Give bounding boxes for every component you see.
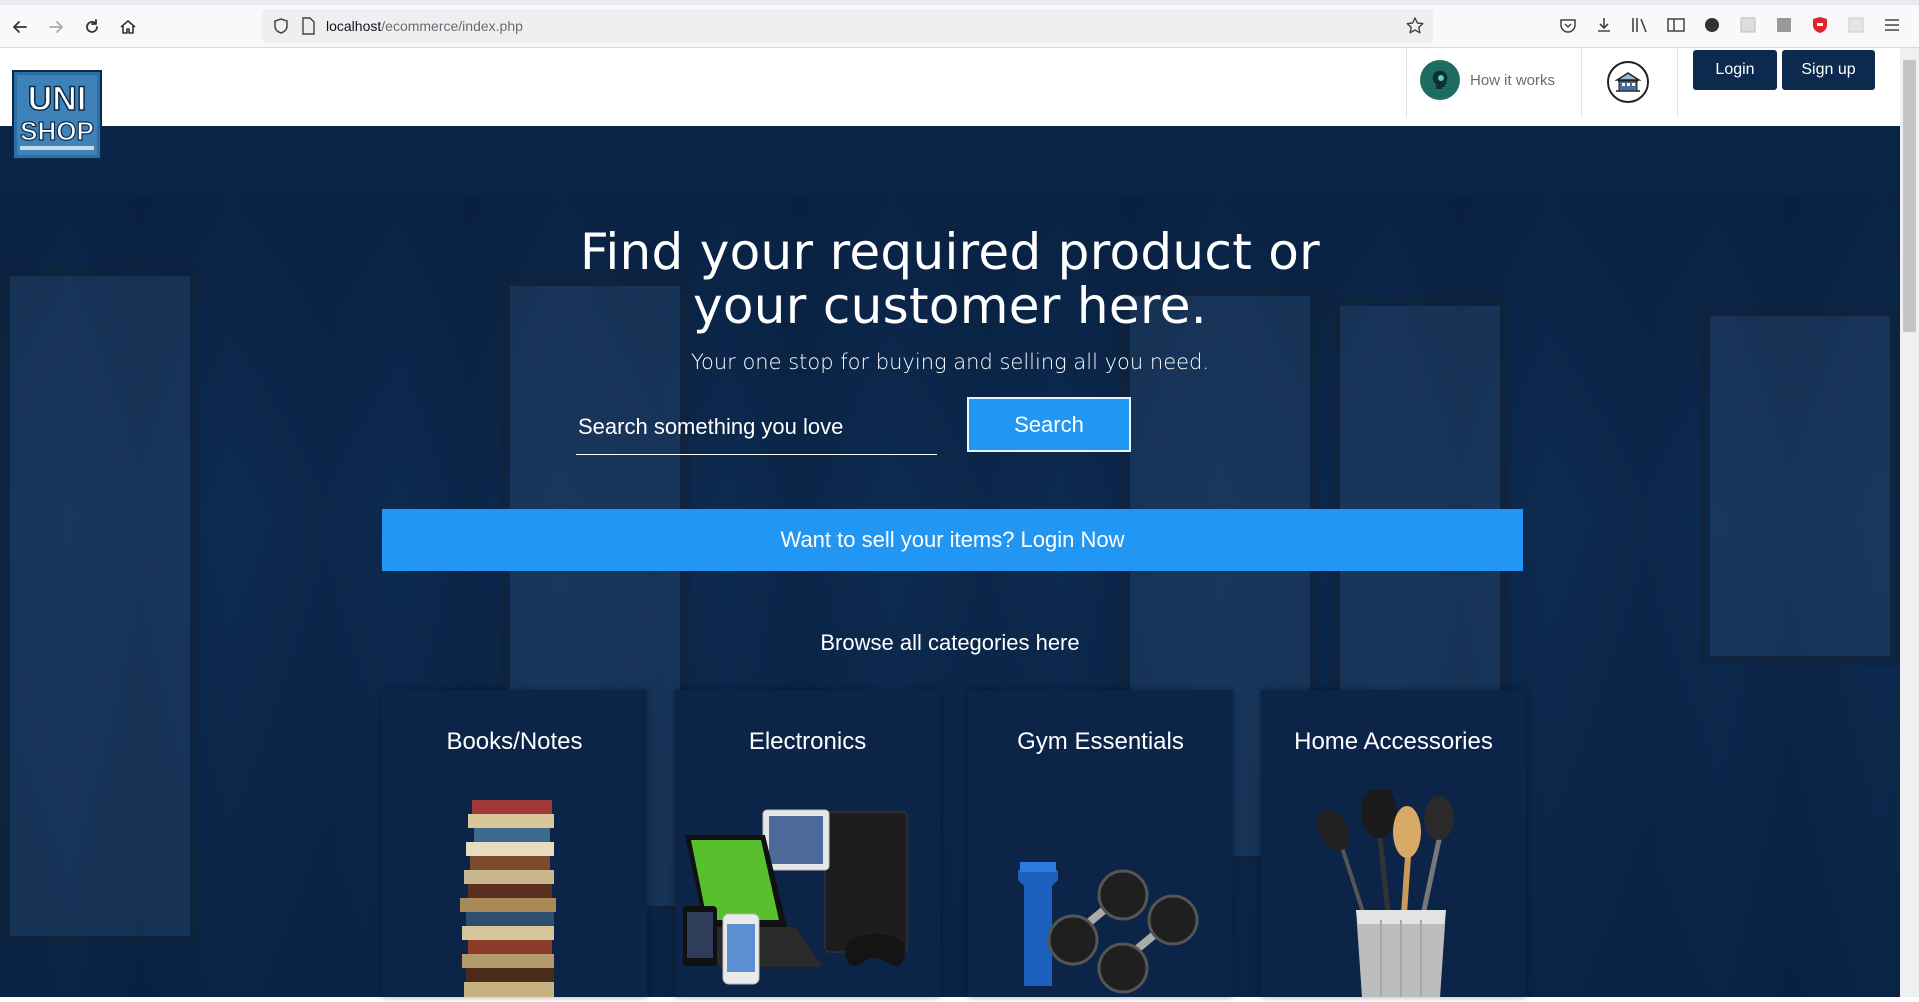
- how-it-works-head-icon: [1420, 60, 1460, 100]
- svg-text:UNI: UNI: [28, 80, 87, 118]
- browse-categories-label: Browse all categories here: [820, 630, 1080, 655]
- home-icon[interactable]: [116, 15, 140, 39]
- url-host: localhost: [326, 18, 382, 34]
- search-button[interactable]: Search: [967, 397, 1131, 452]
- hero-title-line-1: Find your required product or: [579, 223, 1321, 281]
- login-button[interactable]: Login: [1693, 50, 1777, 90]
- search-field: [576, 402, 941, 455]
- search-input[interactable]: [576, 402, 941, 452]
- header-divider: [1406, 48, 1407, 118]
- pocket-icon[interactable]: [1557, 14, 1579, 36]
- category-title: Home Accessories: [1294, 728, 1493, 755]
- forward-arrow-icon[interactable]: [44, 15, 68, 39]
- adblock-shield-icon[interactable]: [1809, 14, 1831, 36]
- svg-text:SHOP: SHOP: [20, 116, 94, 146]
- category-title: Gym Essentials: [1017, 728, 1184, 755]
- download-icon[interactable]: [1593, 14, 1615, 36]
- category-card-books[interactable]: Books/Notes: [382, 690, 647, 997]
- books-image: [382, 790, 647, 997]
- category-card-electronics[interactable]: Electronics: [675, 690, 940, 997]
- shield-icon[interactable]: [272, 17, 290, 40]
- sidebar-icon[interactable]: [1665, 14, 1687, 36]
- gym-image: [968, 790, 1233, 997]
- page-icon: [300, 17, 316, 40]
- background-window: [1700, 306, 1900, 666]
- university-building-icon[interactable]: [1607, 61, 1649, 103]
- reload-icon[interactable]: [80, 15, 104, 39]
- scrollbar-thumb[interactable]: [1903, 60, 1916, 332]
- header-divider: [1581, 48, 1582, 118]
- category-card-gym[interactable]: Gym Essentials: [968, 690, 1233, 997]
- url-text[interactable]: localhost/ecommerce/index.php: [326, 18, 523, 34]
- hero-subtitle: Your one stop for buying and selling all…: [690, 350, 1210, 374]
- header-divider: [1677, 48, 1678, 118]
- background-window: [0, 266, 200, 946]
- extension-dark-icon[interactable]: [1701, 14, 1723, 36]
- page-scrollbar[interactable]: [1900, 48, 1919, 997]
- browser-toolbar: localhost/ecommerce/index.php: [0, 0, 1919, 48]
- category-card-home[interactable]: Home Accessories: [1261, 690, 1526, 997]
- how-it-works-link[interactable]: How it works: [1420, 60, 1555, 100]
- url-path: /ecommerce/index.php: [381, 18, 523, 34]
- back-arrow-icon[interactable]: [8, 15, 32, 39]
- hero-title: Find your required product or your custo…: [560, 225, 1340, 333]
- library-icon[interactable]: [1629, 14, 1651, 36]
- address-bar[interactable]: localhost/ecommerce/index.php: [262, 9, 1433, 43]
- hero-top-band: [0, 126, 1900, 198]
- category-title: Electronics: [748, 728, 867, 755]
- category-title: Books/Notes: [446, 728, 583, 755]
- extension-gray-icon[interactable]: [1737, 14, 1759, 36]
- hamburger-menu-icon[interactable]: [1881, 14, 1903, 36]
- how-it-works-label: How it works: [1470, 71, 1556, 89]
- home-accessories-image: [1261, 786, 1526, 997]
- bookmark-star-icon[interactable]: [1405, 16, 1425, 41]
- sell-login-now-button[interactable]: Want to sell your items? Login Now: [382, 509, 1523, 571]
- uni-shop-logo[interactable]: UNI SHOP: [12, 70, 102, 160]
- electronics-image: [675, 790, 940, 997]
- signup-button[interactable]: Sign up: [1782, 50, 1875, 90]
- extension-puzzle-icon[interactable]: [1773, 14, 1795, 36]
- extension-light-icon[interactable]: [1845, 14, 1867, 36]
- hero-title-line-2: your customer here.: [693, 277, 1207, 335]
